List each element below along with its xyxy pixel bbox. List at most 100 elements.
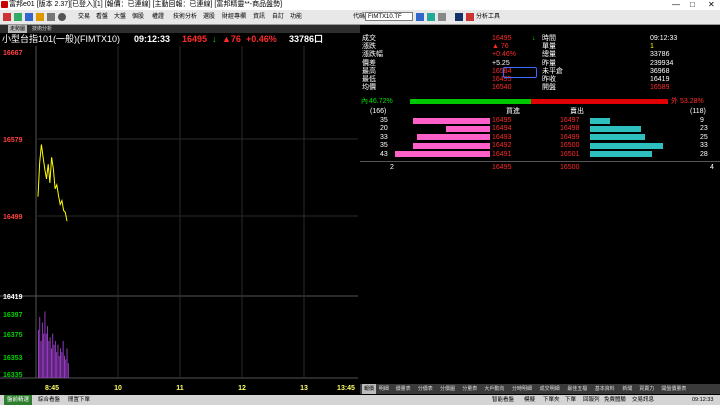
instrument-name: 小型台指101(一般)(FIMTX10) bbox=[2, 34, 121, 44]
refresh-icon[interactable] bbox=[36, 13, 44, 21]
bid-depth-bar bbox=[446, 125, 490, 132]
tab-technical-analysis[interactable]: 技術分析 bbox=[32, 25, 52, 33]
menu-item[interactable]: 交易 bbox=[78, 10, 90, 24]
bid-count: 2 bbox=[390, 164, 394, 171]
bid-total: (166) bbox=[370, 108, 387, 115]
close-button[interactable]: ✕ bbox=[708, 0, 715, 10]
tab-7[interactable]: 分時明細 bbox=[512, 384, 532, 394]
price-tick: 16667 bbox=[3, 50, 23, 57]
volume-bar bbox=[58, 355, 60, 378]
tab-trend-chart[interactable]: 走勢圖 bbox=[8, 25, 28, 33]
time-label: 8:45 bbox=[45, 385, 59, 392]
chart-icon[interactable] bbox=[427, 13, 435, 21]
tab-11[interactable]: 新聞 bbox=[622, 384, 632, 394]
analysis-icon[interactable] bbox=[466, 13, 474, 21]
book-divider bbox=[360, 161, 720, 162]
search-icon[interactable] bbox=[416, 13, 424, 21]
menu-item[interactable]: 自訂 bbox=[272, 10, 284, 24]
maximize-button[interactable]: □ bbox=[690, 0, 695, 10]
quote-label: 開盤 bbox=[542, 84, 556, 92]
tab-0[interactable]: 報價 bbox=[362, 384, 377, 394]
ask-header: 賣出 bbox=[570, 108, 584, 115]
minimize-button[interactable]: — bbox=[672, 0, 680, 10]
volume-tick: 16375 bbox=[3, 332, 23, 339]
title-bar: 富邦e01 [版本 2.37][已登入][1] [報價：已連線] [主動回報：已… bbox=[0, 0, 720, 10]
menu-item[interactable]: 權證 bbox=[152, 10, 164, 24]
forward-icon[interactable] bbox=[25, 13, 33, 21]
tab-2[interactable]: 價量表 bbox=[396, 384, 411, 394]
menu-item[interactable]: 技術分析 bbox=[173, 10, 197, 24]
volume-bar bbox=[39, 316, 41, 378]
volume-bar bbox=[66, 348, 68, 378]
high-price-highlight bbox=[503, 67, 537, 78]
tab-13[interactable]: 開盤價量表 bbox=[661, 384, 686, 394]
tab-6[interactable]: 大戶動向 bbox=[484, 384, 504, 394]
total-volume: 33786口 bbox=[289, 34, 324, 44]
volume-bar bbox=[65, 359, 67, 378]
tab-1[interactable]: 明細 bbox=[379, 384, 389, 394]
status-item-overview[interactable]: 綜合看盤 bbox=[38, 395, 60, 405]
menu-item[interactable]: 看盤 bbox=[96, 10, 108, 24]
tab-8[interactable]: 成交明細 bbox=[540, 384, 560, 394]
volume-bar bbox=[45, 333, 47, 378]
ask-price: 16501 bbox=[560, 150, 580, 158]
status-item-idle-order[interactable]: 閒置下單 bbox=[68, 395, 90, 405]
home-icon[interactable] bbox=[3, 13, 11, 21]
tab-9[interactable]: 最佳五檔 bbox=[567, 384, 587, 394]
volume-bar bbox=[53, 344, 55, 378]
tab-3[interactable]: 分價表 bbox=[418, 384, 433, 394]
menu-item[interactable]: 個股 bbox=[132, 10, 144, 24]
menu-item[interactable]: 資訊 bbox=[253, 10, 265, 24]
down-arrow-icon: ↓ bbox=[212, 34, 217, 44]
analysis-tools-button[interactable]: 分析工具 bbox=[476, 10, 500, 24]
last-price: 16495 bbox=[182, 34, 208, 44]
menu-item[interactable]: 選股 bbox=[203, 10, 215, 24]
ask-total: (118) bbox=[690, 108, 706, 115]
bid-price-footer: 16495 bbox=[492, 164, 512, 171]
quote-value: 16540 bbox=[492, 84, 512, 92]
volume-bar bbox=[64, 355, 65, 378]
time-label: 11 bbox=[176, 385, 184, 392]
back-icon[interactable] bbox=[14, 13, 22, 21]
price-line bbox=[37, 144, 68, 222]
settings-icon[interactable] bbox=[58, 13, 66, 21]
intraday-chart[interactable]: 16667 16579 16499 16419 16397 16375 16353 1633… bbox=[0, 46, 360, 396]
volume-bar bbox=[57, 344, 59, 378]
price-tick: 16499 bbox=[3, 214, 23, 221]
free-trial-button[interactable]: 免費體驗 bbox=[604, 395, 626, 405]
volume-tick: 16353 bbox=[3, 355, 23, 362]
price-axis: 16667 16579 16499 16419 bbox=[3, 50, 23, 301]
tab-12[interactable]: 買賣力 bbox=[639, 384, 654, 394]
time-label: 13 bbox=[300, 385, 308, 392]
simulate-button[interactable]: 模擬 bbox=[524, 395, 535, 405]
smart-monitor-button[interactable]: 智能看盤 bbox=[492, 395, 514, 405]
order-button[interactable]: 下單 bbox=[565, 395, 576, 405]
print-icon[interactable] bbox=[47, 13, 55, 21]
ask-depth-bar bbox=[590, 125, 641, 132]
report-button[interactable]: 回報列 bbox=[583, 395, 600, 405]
quote-panel-tabs: 報價 明細 價量表 分價表 分價圖 分量表 大戶動向 分時明細 成交明細 最佳五檔 基本資料 新聞 買賣… bbox=[360, 384, 720, 394]
window-title: 富邦e01 [版本 2.37][已登入][1] [報價：已連線] [主動回報：已… bbox=[9, 1, 283, 8]
menu-item[interactable]: 功能 bbox=[290, 10, 302, 24]
menu-item[interactable]: 大盤 bbox=[114, 10, 126, 24]
cursor-icon[interactable] bbox=[455, 13, 463, 21]
grid-icon[interactable] bbox=[438, 13, 446, 21]
time-label: 10 bbox=[114, 385, 122, 392]
down-arrow-icon: ↓ bbox=[532, 35, 536, 42]
ask-count: 4 bbox=[710, 164, 714, 171]
volume-bar bbox=[56, 352, 58, 378]
chart-grid bbox=[0, 46, 358, 379]
tab-4[interactable]: 分價圖 bbox=[440, 384, 455, 394]
status-item-premarket[interactable]: 盤前精選 bbox=[4, 395, 33, 405]
volume-bar bbox=[54, 341, 56, 378]
menu-item[interactable]: 財經專欄 bbox=[222, 10, 246, 24]
quote-panel: 成交 16495 ↓ 時間 09:12:33 漲跌 ▲ 76 單量 1 漲跌幅 +0.46% 總量 33… bbox=[360, 33, 720, 363]
order-folder-button[interactable]: 下單夾 bbox=[543, 395, 560, 405]
main-toolbar: 交易 看盤 大盤 個股 權證 技術分析 選股 財經專欄 資訊 自訂 功能 代碼 FIMTX10.TF… bbox=[0, 10, 720, 25]
ask-depth-bar bbox=[590, 117, 610, 124]
symbol-input[interactable]: FIMTX10.TF bbox=[365, 12, 413, 21]
quote-value: 16589 bbox=[650, 84, 670, 92]
tab-5[interactable]: 分量表 bbox=[462, 384, 477, 394]
tab-10[interactable]: 基本資料 bbox=[595, 384, 615, 394]
trade-message-button[interactable]: 交易訊息 bbox=[632, 395, 654, 405]
